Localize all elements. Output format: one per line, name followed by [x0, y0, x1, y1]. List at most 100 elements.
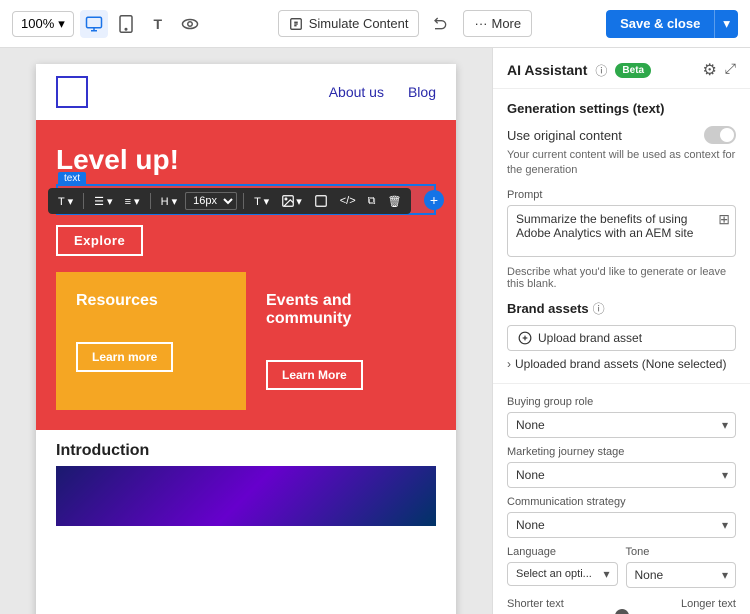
generation-settings-title: Generation settings (text)	[507, 101, 736, 116]
toolbar-center: Simulate Content ··· More	[278, 10, 532, 38]
events-cell: Events and community Learn More	[246, 272, 436, 410]
site-nav: About us Blog	[329, 84, 436, 100]
expand-icon[interactable]: ⤢	[725, 60, 736, 80]
tt-align[interactable]: ☰ ▾	[90, 193, 116, 210]
save-dropdown-btn[interactable]: ▾	[714, 10, 738, 38]
comm-strategy-dropdown-wrapper: None	[507, 512, 736, 538]
buying-group-select[interactable]: None	[507, 412, 736, 438]
eye-btn[interactable]	[176, 10, 204, 38]
resources-cell: Resources Learn more	[56, 272, 246, 410]
tt-format[interactable]: T ▾	[250, 193, 273, 210]
desktop-btn[interactable]	[80, 10, 108, 38]
shorter-label: Shorter text	[507, 598, 564, 610]
tt-sep-2	[150, 193, 151, 209]
upload-btn-label: Upload brand asset	[538, 331, 642, 345]
prompt-wrapper: ⊞	[507, 205, 736, 262]
panel-title-row: AI Assistant ⓘ Beta	[507, 62, 651, 79]
tone-label: Tone	[626, 546, 737, 558]
tone-col: Tone None	[626, 546, 737, 588]
tt-delete[interactable]: 🗑	[384, 193, 406, 210]
hero-title: Level up!	[56, 144, 436, 176]
nav-blog[interactable]: Blog	[408, 84, 436, 100]
comm-strategy-select[interactable]: None	[507, 512, 736, 538]
language-select[interactable]: Select an opti...	[507, 562, 618, 586]
grid-section: Resources Learn more Events and communit…	[56, 272, 436, 410]
tt-insert[interactable]	[310, 192, 332, 210]
settings-icon[interactable]: ⚙	[702, 60, 716, 80]
generation-settings-section: Generation settings (text) Use original …	[493, 89, 750, 384]
tt-text-type[interactable]: T ▾	[54, 193, 77, 210]
longer-label: Longer text	[681, 598, 736, 610]
beta-badge: Beta	[615, 63, 651, 78]
marketing-stage-label: Marketing journey stage	[507, 446, 736, 458]
buying-group-dropdown-wrapper: None	[507, 412, 736, 438]
undo-btn[interactable]	[427, 10, 455, 38]
device-icons: T	[80, 10, 204, 38]
comm-strategy-label: Communication strategy	[507, 496, 736, 508]
tone-dropdown-wrapper: None	[626, 562, 737, 588]
prompt-hint: Describe what you'd like to generate or …	[507, 266, 736, 290]
toggle-thumb	[720, 128, 734, 142]
resources-btn[interactable]: Learn more	[76, 342, 173, 372]
language-col: Language Select an opti...	[507, 546, 618, 588]
uploaded-label: Uploaded brand assets (None selected)	[515, 357, 726, 371]
nav-about[interactable]: About us	[329, 84, 384, 100]
tt-sep-3	[243, 193, 244, 209]
text-size-btn[interactable]: T	[144, 10, 172, 38]
panel-header-actions: ⚙ ⤢	[702, 60, 736, 80]
intro-title: Introduction	[56, 442, 436, 460]
events-title: Events and community	[266, 292, 416, 328]
buying-group-label: Buying group role	[507, 396, 736, 408]
events-btn[interactable]: Learn More	[266, 360, 363, 390]
chevron-right-icon: ›	[507, 357, 511, 371]
toolbar-left: 100% ▾ T	[12, 10, 204, 38]
tt-list[interactable]: ≡ ▾	[121, 193, 144, 210]
language-dropdown-wrapper: Select an opti...	[507, 562, 618, 586]
canvas-area: About us Blog T ▾ ☰ ▾ ≡ ▾ H ▾ 16px	[0, 48, 492, 614]
save-close-btn[interactable]: Save & close	[606, 10, 714, 38]
more-label: More	[491, 16, 521, 31]
canvas-frame: About us Blog T ▾ ☰ ▾ ≡ ▾ H ▾ 16px	[36, 64, 456, 614]
lang-tone-row: Language Select an opti... Tone None	[507, 546, 736, 588]
ellipsis-icon: ···	[474, 16, 487, 31]
uploaded-row[interactable]: › Uploaded brand assets (None selected)	[507, 357, 736, 371]
zoom-chevron: ▾	[58, 16, 65, 32]
use-original-desc: Your current content will be used as con…	[507, 148, 736, 179]
tt-heading[interactable]: H ▾	[157, 193, 182, 210]
simulate-btn[interactable]: Simulate Content	[278, 10, 420, 37]
upload-brand-btn[interactable]: Upload brand asset	[507, 325, 736, 351]
text-highlight-label: text	[58, 172, 86, 185]
main-area: About us Blog T ▾ ☰ ▾ ≡ ▾ H ▾ 16px	[0, 48, 750, 614]
marketing-stage-dropdown-wrapper: None	[507, 462, 736, 488]
resources-title: Resources	[76, 292, 226, 310]
text-toolbar: T ▾ ☰ ▾ ≡ ▾ H ▾ 16px T ▾ ▾	[48, 188, 411, 214]
intro-section: Introduction	[36, 430, 456, 538]
top-toolbar: 100% ▾ T Simulate Content ··· More	[0, 0, 750, 48]
right-panel: AI Assistant ⓘ Beta ⚙ ⤢ Generation setti…	[492, 48, 750, 614]
tone-select[interactable]: None	[626, 562, 737, 588]
add-content-btn[interactable]: +	[424, 190, 444, 210]
tt-size-select[interactable]: 16px	[185, 192, 237, 210]
tt-image[interactable]: ▾	[277, 192, 306, 210]
panel-title: AI Assistant	[507, 62, 587, 78]
explore-btn[interactable]: Explore	[56, 225, 143, 256]
tt-sep-1	[83, 193, 84, 209]
prompt-submit-icon[interactable]: ⊞	[718, 211, 730, 228]
tt-code[interactable]: </>	[336, 193, 360, 209]
tablet-btn[interactable]	[112, 10, 140, 38]
zoom-value: 100%	[21, 16, 54, 31]
brand-info-icon: ⓘ	[593, 300, 605, 317]
panel-header: AI Assistant ⓘ Beta ⚙ ⤢	[493, 48, 750, 89]
more-btn[interactable]: ··· More	[463, 10, 532, 37]
brand-assets-row: Brand assets ⓘ	[507, 300, 736, 317]
dropdowns-section: Buying group role None Marketing journey…	[493, 384, 750, 614]
brand-assets-label: Brand assets	[507, 301, 589, 316]
use-original-toggle[interactable]	[704, 126, 736, 144]
site-header: About us Blog	[36, 64, 456, 120]
prompt-input[interactable]	[507, 205, 736, 257]
intro-image	[56, 466, 436, 526]
marketing-stage-select[interactable]: None	[507, 462, 736, 488]
info-circle-icon: ⓘ	[595, 62, 607, 79]
tt-copy[interactable]: ⧉	[364, 193, 380, 210]
zoom-select[interactable]: 100% ▾	[12, 11, 74, 37]
